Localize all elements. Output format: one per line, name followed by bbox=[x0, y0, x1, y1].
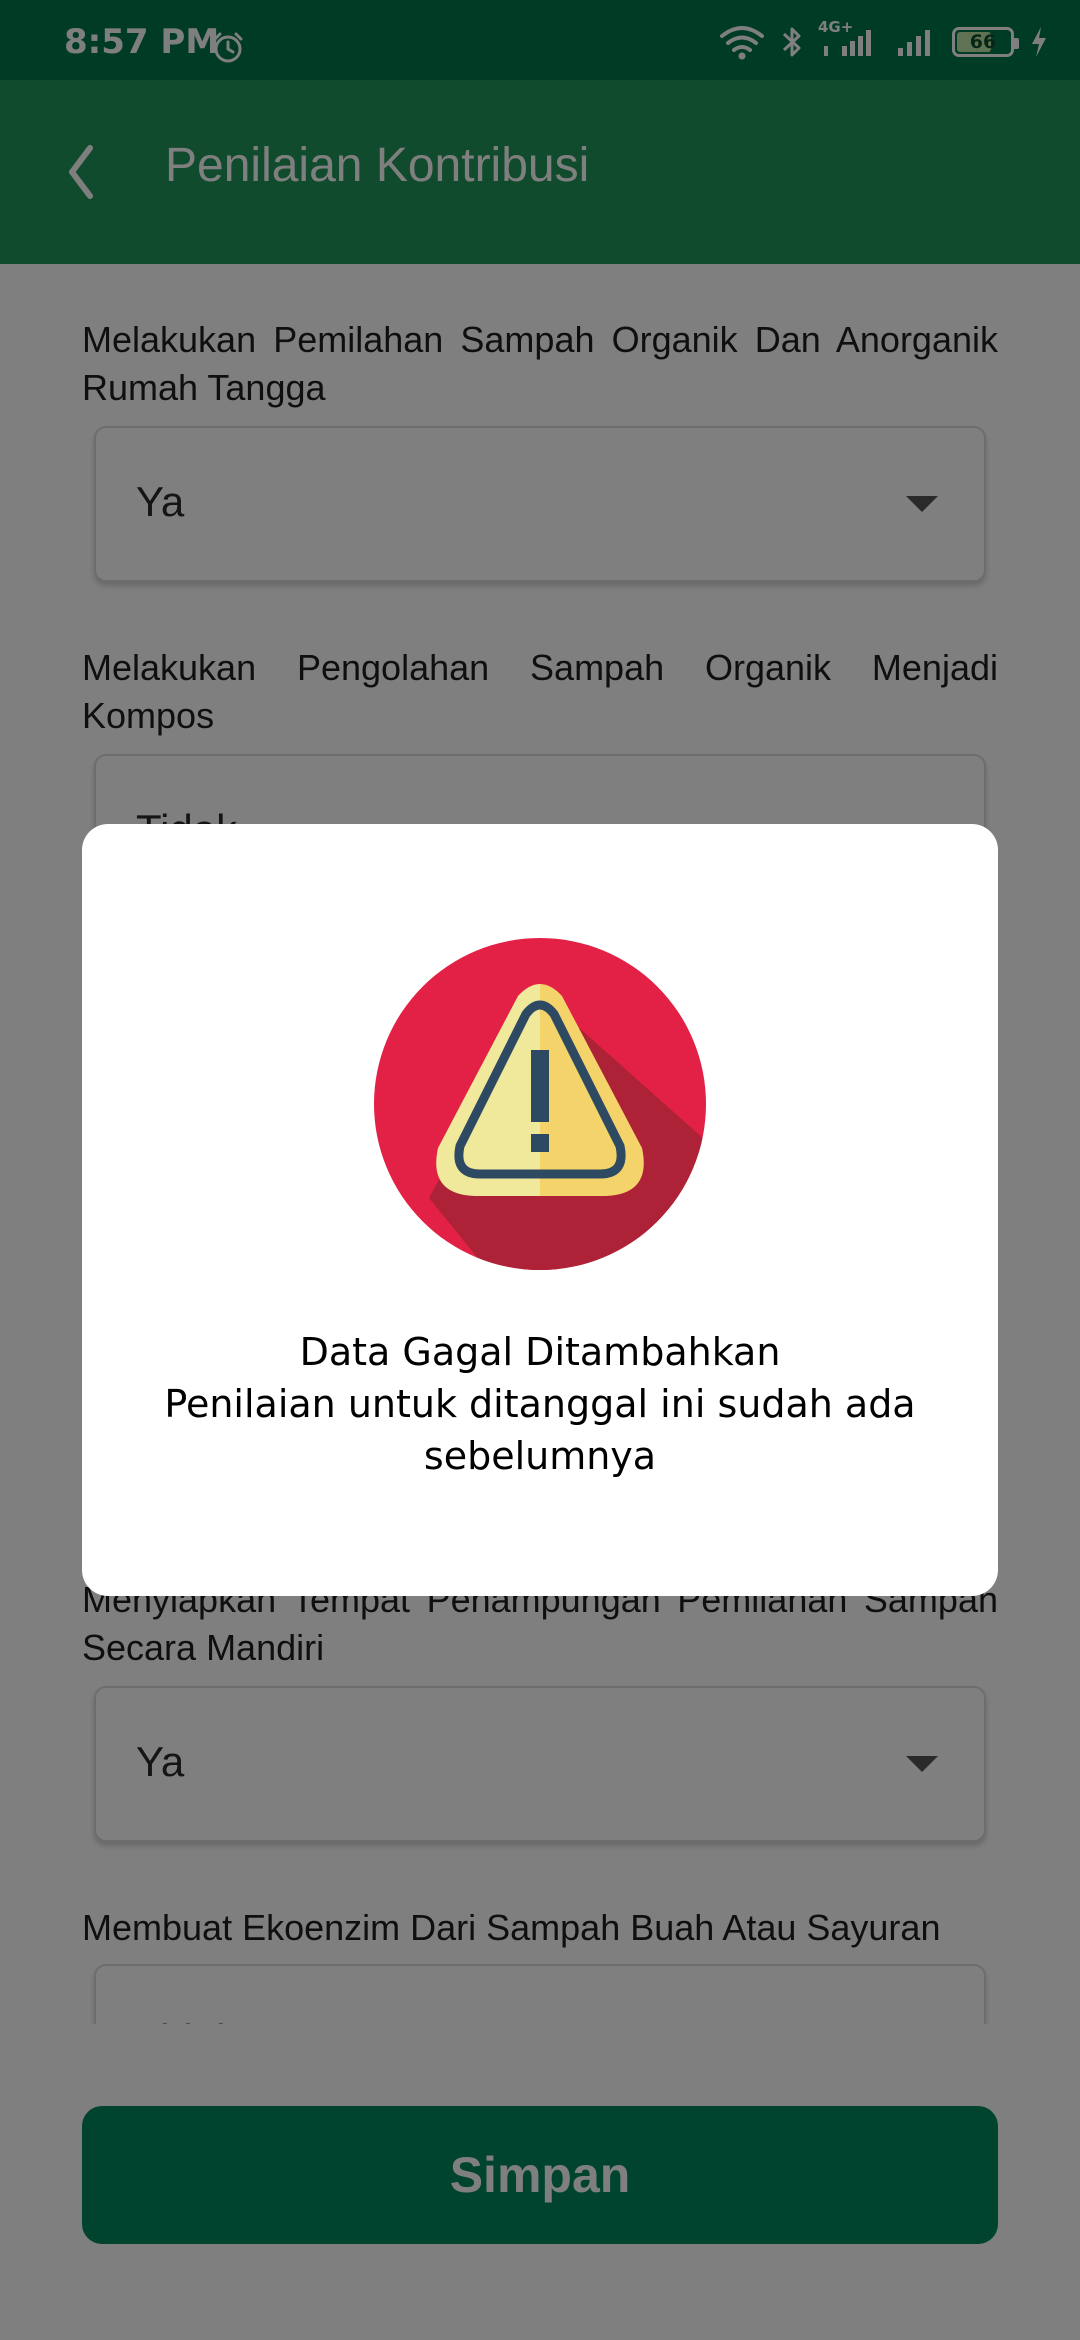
dialog-title: Data Gagal Ditambahkan bbox=[299, 1330, 781, 1374]
error-dialog: Data Gagal Ditambahkan Penilaian untuk d… bbox=[82, 824, 998, 1596]
warning-icon bbox=[374, 938, 706, 1270]
dialog-message: Penilaian untuk ditanggal ini sudah ada … bbox=[164, 1382, 916, 1478]
